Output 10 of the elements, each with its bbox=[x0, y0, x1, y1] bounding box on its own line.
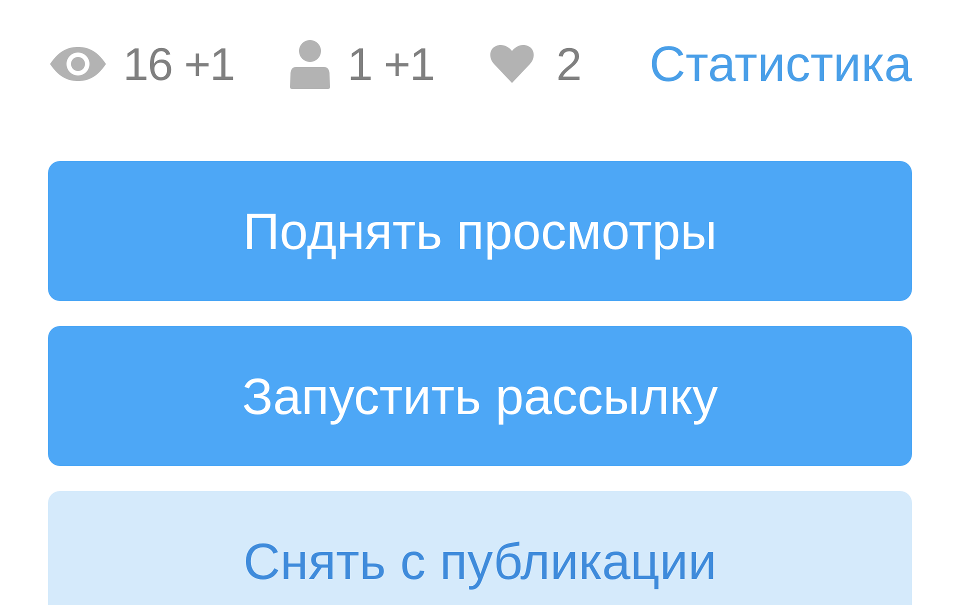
stat-count: 1 +1 bbox=[347, 37, 434, 91]
eye-icon bbox=[50, 47, 106, 81]
stat-count: 2 bbox=[556, 37, 581, 91]
person-icon bbox=[290, 40, 330, 88]
statistics-link[interactable]: Статистика bbox=[649, 35, 912, 93]
stat-count: 16 +1 bbox=[123, 37, 234, 91]
unpublish-button[interactable]: Снять с публикации bbox=[48, 491, 912, 605]
action-button[interactable]: Запустить рассылку bbox=[48, 326, 912, 466]
heart-icon bbox=[490, 45, 534, 83]
action-button[interactable]: Поднять просмотры bbox=[48, 161, 912, 301]
